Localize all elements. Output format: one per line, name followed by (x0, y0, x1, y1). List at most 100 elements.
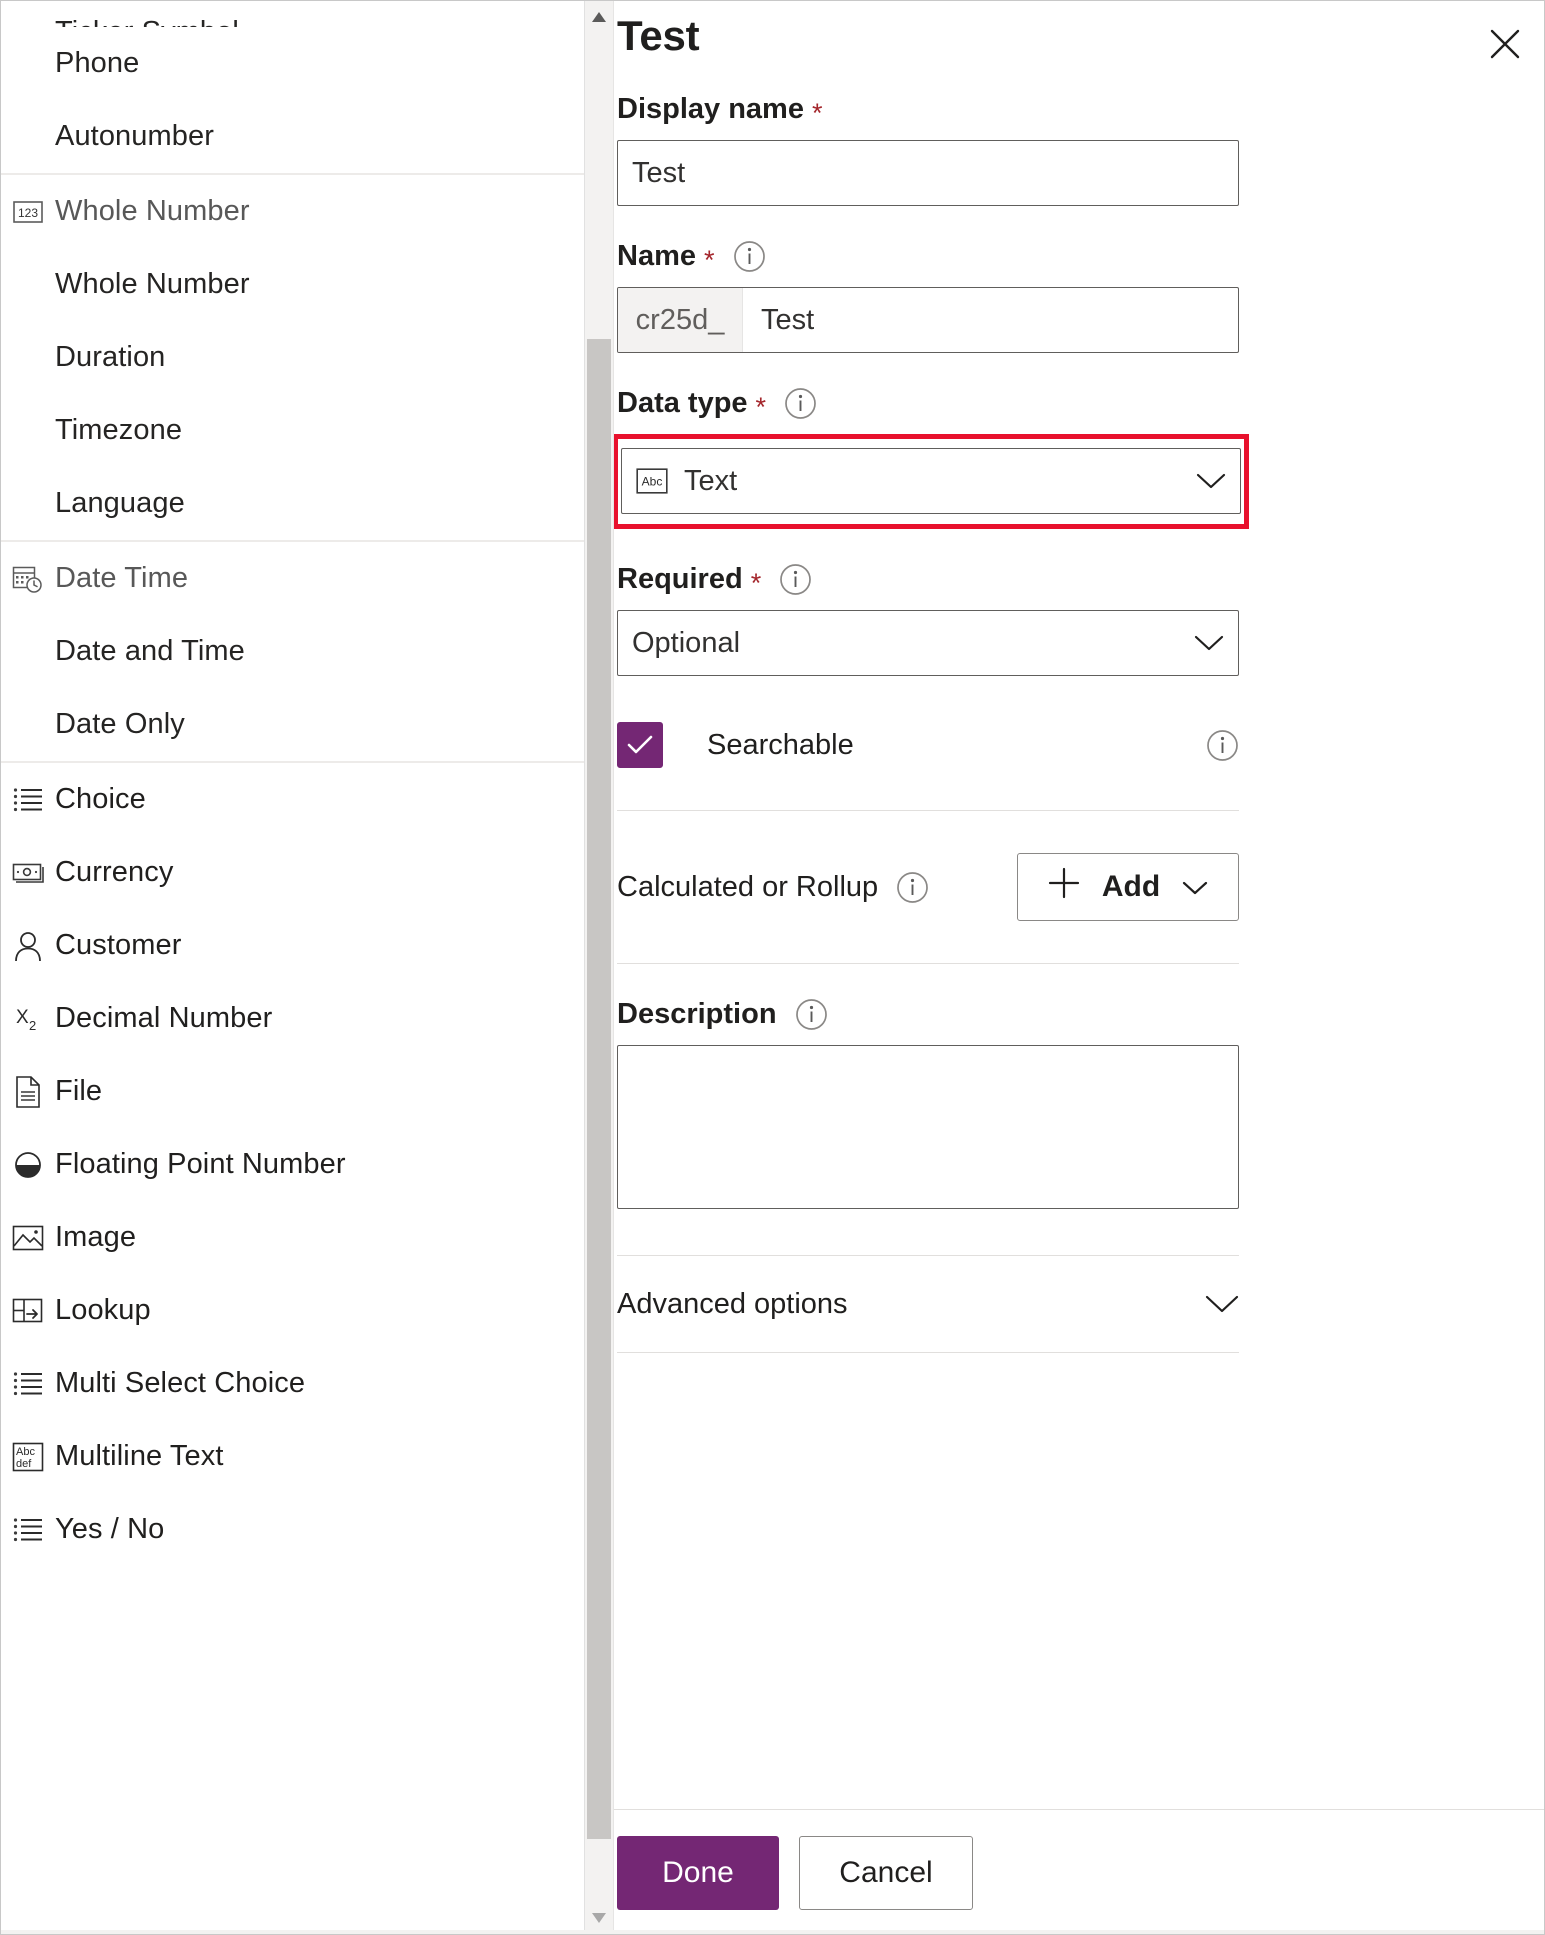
list-item-label: Multi Select Choice (55, 1367, 306, 1399)
lookup-table-arrow-icon (1, 1297, 55, 1325)
data-type-group: Choice Currency Customer X 2 Decimal Num… (1, 763, 584, 1566)
panel-footer: Done Cancel (614, 1809, 1544, 1934)
list-group-header-whole-number[interactable]: 123 Whole Number (1, 175, 584, 248)
scrollbar-thumb[interactable] (587, 339, 611, 1839)
info-icon[interactable] (733, 240, 766, 273)
list-item-date-only[interactable]: Date Only (1, 688, 584, 761)
choice-list-icon (1, 787, 55, 813)
list-item-yes-no[interactable]: Yes / No (1, 1493, 584, 1566)
required-dropdown[interactable]: Optional (617, 610, 1239, 677)
name-input[interactable] (743, 288, 1238, 353)
list-item-customer[interactable]: Customer (1, 909, 584, 982)
list-item-whole-number[interactable]: Whole Number (1, 248, 584, 321)
name-prefix: cr25d_ (618, 288, 743, 353)
triangle-up-icon[interactable] (585, 3, 613, 31)
svg-text:Abc: Abc (642, 475, 663, 489)
list-item-timezone[interactable]: Timezone (1, 394, 584, 467)
description-field: Description (617, 998, 1528, 1210)
list-item-label: Yes / No (55, 1513, 165, 1545)
name-label: Name (617, 240, 696, 273)
list-item-multiline-text[interactable]: Abc def Multiline Text (1, 1420, 584, 1493)
info-icon[interactable] (784, 387, 817, 420)
subscript-x2-icon: X 2 (1, 1005, 55, 1033)
add-button[interactable]: Add (1017, 853, 1239, 922)
list-item-autonumber[interactable]: Autonumber (1, 100, 584, 173)
data-type-group: 123 Whole Number Whole Number Duration T… (1, 175, 584, 542)
person-icon (1, 931, 55, 961)
panel-scrollbar[interactable] (585, 1, 614, 1934)
list-item-lookup[interactable]: Lookup (1, 1274, 584, 1347)
data-type-value: Text (684, 464, 738, 497)
list-item-phone[interactable]: Phone (1, 27, 584, 100)
list-item-floating-point-number[interactable]: Floating Point Number (1, 1128, 584, 1201)
data-type-dropdown[interactable]: Abc Text (621, 448, 1241, 515)
chevron-down-icon (1205, 1294, 1239, 1314)
list-item-label: Whole Number (55, 268, 250, 300)
list-item-label: Choice (55, 783, 146, 815)
info-icon[interactable] (779, 563, 812, 596)
list-item-file[interactable]: File (1, 1055, 584, 1128)
list-item-duration[interactable]: Duration (1, 321, 584, 394)
display-name-label: Display name (617, 93, 804, 126)
searchable-checkbox[interactable] (617, 722, 663, 769)
choice-list-icon (1, 1517, 55, 1543)
plus-icon (1048, 867, 1080, 907)
data-type-highlight-box: Abc Text (614, 434, 1249, 530)
calculated-or-rollup-row: Calculated or Rollup Add (617, 853, 1239, 922)
list-item-label: Date Only (55, 708, 185, 740)
list-item-multi-select-choice[interactable]: Multi Select Choice (1, 1347, 584, 1420)
data-type-group: Date Time Date and Time Date Only (1, 542, 584, 763)
required-marker: * (811, 98, 823, 129)
calculated-or-rollup-label-wrap: Calculated or Rollup (617, 871, 1017, 904)
add-button-label: Add (1101, 870, 1161, 904)
advanced-options-toggle[interactable]: Advanced options (617, 1256, 1239, 1352)
list-item-image[interactable]: Image (1, 1201, 584, 1274)
info-icon[interactable] (896, 871, 929, 904)
list-item-date-and-time[interactable]: Date and Time (1, 615, 584, 688)
field-properties-panel: Test Display name * Name * (614, 1, 1544, 1934)
svg-text:X: X (16, 1007, 29, 1028)
data-type-field: Data type * Abc Text (614, 387, 1528, 530)
list-group-header-label: Date Time (55, 562, 189, 594)
abc-def-multiline-icon: Abc def (1, 1442, 55, 1472)
name-label-row: Name * (617, 240, 1528, 276)
list-item-decimal-number[interactable]: X 2 Decimal Number (1, 982, 584, 1055)
searchable-row: Searchable (617, 722, 1239, 769)
page-title: Test (617, 12, 700, 59)
abc-text-icon: Abc (636, 468, 668, 494)
list-item-label: Floating Point Number (55, 1148, 346, 1180)
display-name-input[interactable] (617, 140, 1239, 207)
required-label: Required (617, 563, 743, 596)
list-item-label: File (55, 1075, 103, 1107)
name-input-group: cr25d_ (617, 287, 1239, 354)
info-icon[interactable] (1206, 729, 1239, 762)
list-item-currency[interactable]: Currency (1, 836, 584, 909)
list-item-label: Autonumber (55, 120, 214, 152)
chevron-down-icon (1194, 634, 1224, 652)
cancel-button[interactable]: Cancel (799, 1836, 973, 1910)
list-item-label: Lookup (55, 1294, 151, 1326)
list-item-language[interactable]: Language (1, 467, 584, 540)
list-item-label: Multiline Text (55, 1440, 224, 1472)
currency-icon (1, 861, 55, 885)
date-time-icon (1, 564, 55, 594)
chevron-down-icon (1196, 472, 1226, 490)
description-label: Description (617, 998, 777, 1031)
done-button[interactable]: Done (617, 1836, 779, 1910)
close-icon[interactable] (1482, 21, 1528, 67)
required-marker: * (755, 392, 767, 423)
advanced-options-label: Advanced options (617, 1287, 848, 1320)
list-item-label: Decimal Number (55, 1002, 273, 1034)
triangle-down-icon[interactable] (585, 1904, 613, 1932)
field-editor-screen: Ticker Symbol Phone Autonumber 123 Whole… (0, 0, 1545, 1935)
list-item-ticker-symbol[interactable]: Ticker Symbol (1, 1, 584, 27)
list-item-label: Language (55, 487, 185, 519)
info-icon[interactable] (795, 998, 828, 1031)
list-item-choice[interactable]: Choice (1, 763, 584, 836)
required-marker: * (704, 245, 715, 276)
list-item-label: Image (55, 1221, 137, 1253)
description-textarea[interactable] (617, 1045, 1239, 1210)
list-group-header-label: Whole Number (55, 195, 250, 227)
list-group-header-date-time[interactable]: Date Time (1, 542, 584, 615)
name-field: Name * cr25d_ (617, 240, 1528, 354)
